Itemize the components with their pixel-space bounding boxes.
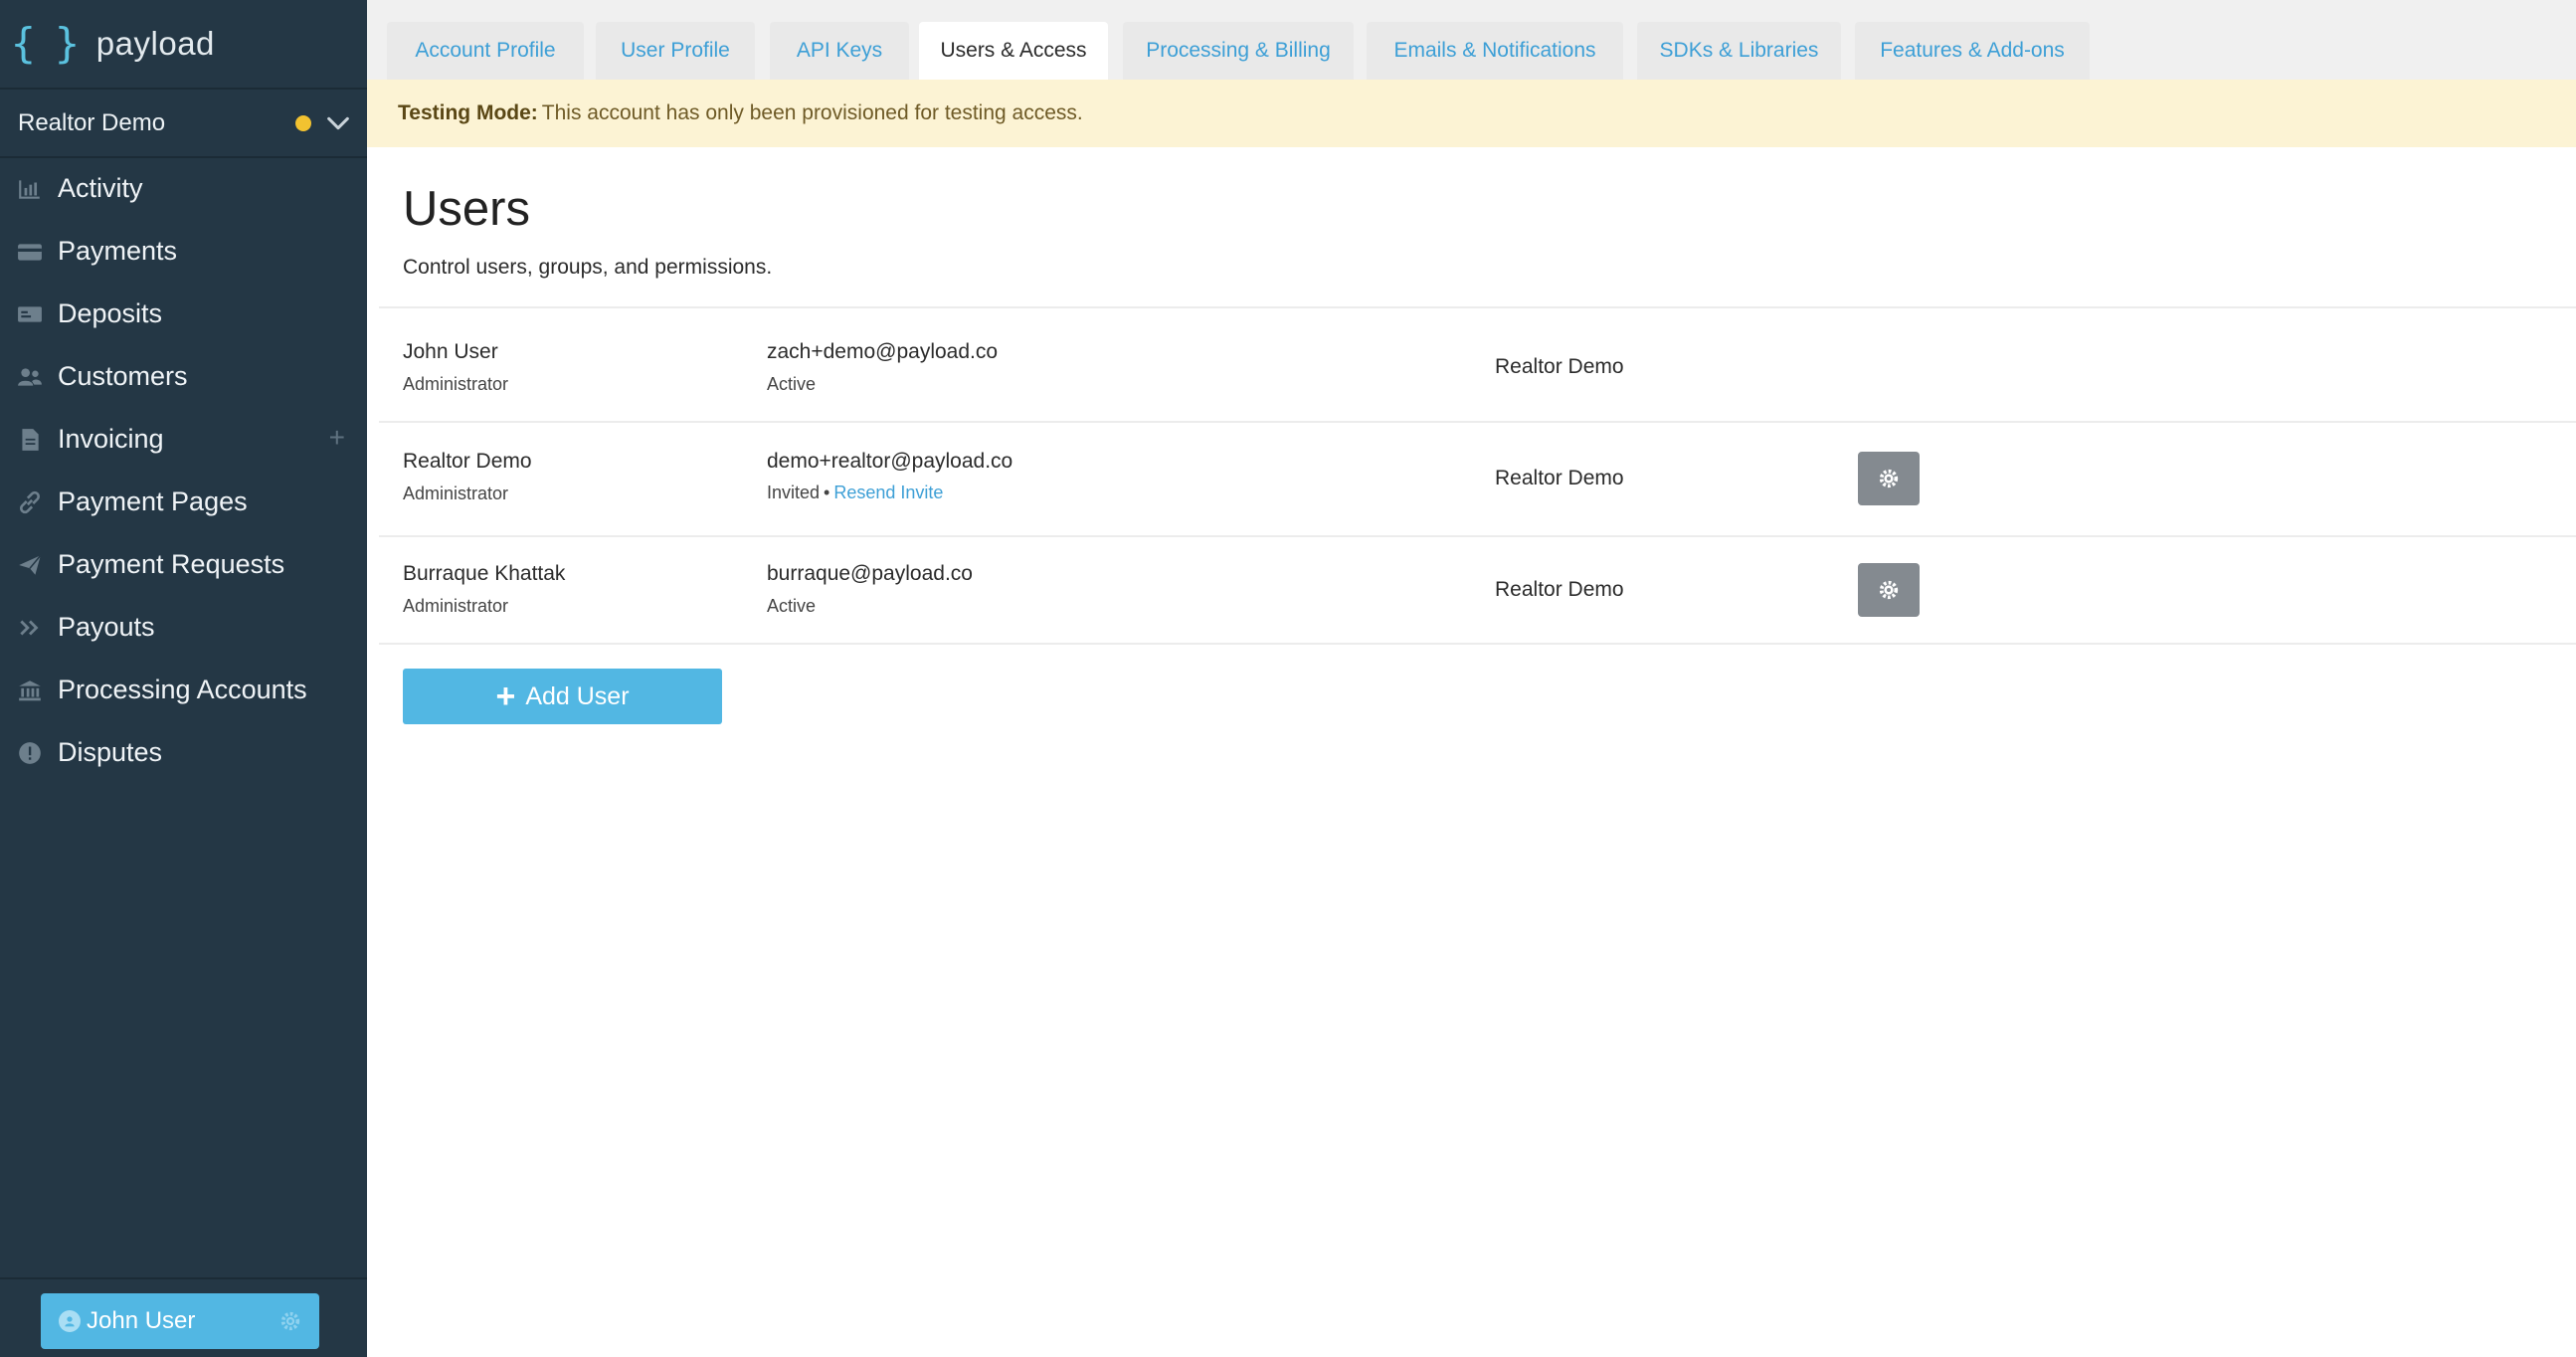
- bank-note-icon: [14, 300, 46, 328]
- table-row: Burraque Khattak Administrator burraque@…: [379, 537, 2576, 643]
- user-status: Invited: [767, 483, 821, 502]
- testing-mode-banner: Testing Mode: This account has only been…: [367, 80, 2576, 147]
- tab-emails-notifications[interactable]: Emails & Notifications: [1367, 22, 1623, 80]
- user-avatar-icon: [59, 1310, 81, 1332]
- users-icon: [14, 363, 46, 391]
- banner-title: Testing Mode:: [398, 101, 538, 124]
- link-icon: [14, 488, 46, 516]
- user-email: zach+demo@payload.co: [767, 340, 999, 363]
- user-role: Administrator: [403, 596, 509, 616]
- banner-text: This account has only been provisioned f…: [541, 101, 1083, 124]
- sidebar-item-label: Disputes: [58, 737, 163, 767]
- user-name: Realtor Demo: [403, 450, 532, 473]
- account-switcher[interactable]: Realtor Demo: [0, 90, 367, 157]
- sidebar-item-payment-pages[interactable]: Payment Pages: [0, 471, 367, 533]
- tab-features-addons[interactable]: Features & Add-ons: [1855, 22, 2090, 80]
- divider: [379, 643, 2576, 645]
- sidebar-item-label: Deposits: [58, 298, 163, 328]
- sidebar-item-disputes[interactable]: Disputes: [0, 721, 367, 784]
- sidebar-item-payment-requests[interactable]: Payment Requests: [0, 533, 367, 596]
- account-name: Realtor Demo: [18, 109, 166, 136]
- user-status: Active: [767, 596, 817, 616]
- credit-card-icon: [14, 238, 46, 266]
- add-invoice-button[interactable]: +: [329, 424, 345, 452]
- add-user-button[interactable]: + Add User: [403, 669, 722, 724]
- tab-users-access[interactable]: Users & Access: [919, 22, 1108, 80]
- paper-plane-icon: [14, 551, 46, 579]
- user-account: Realtor Demo: [1495, 467, 1624, 489]
- alert-circle-icon: [14, 739, 46, 767]
- current-user-button[interactable]: John User: [41, 1293, 319, 1349]
- user-role: Administrator: [403, 374, 509, 394]
- tab-user-profile[interactable]: User Profile: [596, 22, 755, 80]
- user-settings-button[interactable]: [1858, 563, 1920, 617]
- user-email: demo+realtor@payload.co: [767, 450, 1013, 473]
- sidebar-item-customers[interactable]: Customers: [0, 345, 367, 408]
- sidebar-item-label: Processing Accounts: [58, 675, 307, 704]
- sidebar-item-label: Payment Requests: [58, 549, 285, 579]
- resend-invite-link[interactable]: Resend Invite: [833, 483, 943, 502]
- brand-logo[interactable]: { } payload: [10, 14, 215, 74]
- gear-icon: [1879, 469, 1899, 488]
- add-user-label: Add User: [525, 681, 630, 710]
- user-email: burraque@payload.co: [767, 562, 973, 585]
- account-status-dot: [295, 115, 311, 131]
- sidebar-item-activity[interactable]: Activity: [0, 157, 367, 220]
- sidebar-item-payments[interactable]: Payments: [0, 220, 367, 283]
- sidebar-item-deposits[interactable]: Deposits: [0, 283, 367, 345]
- bank-building-icon: [14, 677, 46, 704]
- brand-name: payload: [95, 25, 215, 62]
- user-account: Realtor Demo: [1495, 355, 1624, 378]
- user-name: Burraque Khattak: [403, 562, 566, 585]
- table-row: John User Administrator zach+demo@payloa…: [379, 308, 2576, 421]
- settings-tabs: Account Profile User Profile API Keys Us…: [367, 0, 2576, 80]
- tab-api-keys[interactable]: API Keys: [770, 22, 909, 80]
- brand-mark-icon: { }: [10, 19, 83, 68]
- current-user-name: John User: [87, 1307, 196, 1334]
- page-title: Users: [403, 182, 530, 236]
- status-separator: •: [824, 483, 830, 502]
- bar-chart-icon: [14, 175, 46, 203]
- sidebar-item-label: Customers: [58, 361, 188, 391]
- sidebar: { } payload Realtor Demo Activity Paymen…: [0, 0, 367, 1357]
- sidebar-item-label: Invoicing: [58, 424, 164, 454]
- user-name: John User: [403, 340, 498, 363]
- user-account: Realtor Demo: [1495, 578, 1624, 601]
- table-row: Realtor Demo Administrator demo+realtor@…: [379, 423, 2576, 535]
- user-status: Active: [767, 374, 817, 394]
- sidebar-item-label: Payment Pages: [58, 486, 248, 516]
- gear-icon: [1879, 580, 1899, 600]
- user-settings-icon[interactable]: [279, 1310, 301, 1332]
- double-chevron-right-icon: [14, 614, 46, 642]
- user-status-group: Invited • Resend Invite: [767, 483, 943, 503]
- user-role: Administrator: [403, 484, 509, 503]
- tab-processing-billing[interactable]: Processing & Billing: [1123, 22, 1354, 80]
- chevron-down-icon[interactable]: [324, 109, 352, 137]
- sidebar-item-payouts[interactable]: Payouts: [0, 596, 367, 659]
- sidebar-item-processing-accounts[interactable]: Processing Accounts: [0, 659, 367, 721]
- tab-sdks-libraries[interactable]: SDKs & Libraries: [1637, 22, 1841, 80]
- page-subtitle: Control users, groups, and permissions.: [403, 256, 773, 279]
- sidebar-divider: [0, 1277, 367, 1279]
- sidebar-item-label: Activity: [58, 173, 143, 203]
- user-settings-button[interactable]: [1858, 452, 1920, 505]
- tab-account-profile[interactable]: Account Profile: [387, 22, 584, 80]
- sidebar-nav: Activity Payments Deposits Customers Inv…: [0, 157, 367, 784]
- sidebar-item-label: Payments: [58, 236, 178, 266]
- sidebar-item-label: Payouts: [58, 612, 155, 642]
- plus-icon: +: [495, 678, 516, 715]
- document-icon: [14, 426, 46, 454]
- sidebar-item-invoicing[interactable]: Invoicing +: [0, 408, 367, 471]
